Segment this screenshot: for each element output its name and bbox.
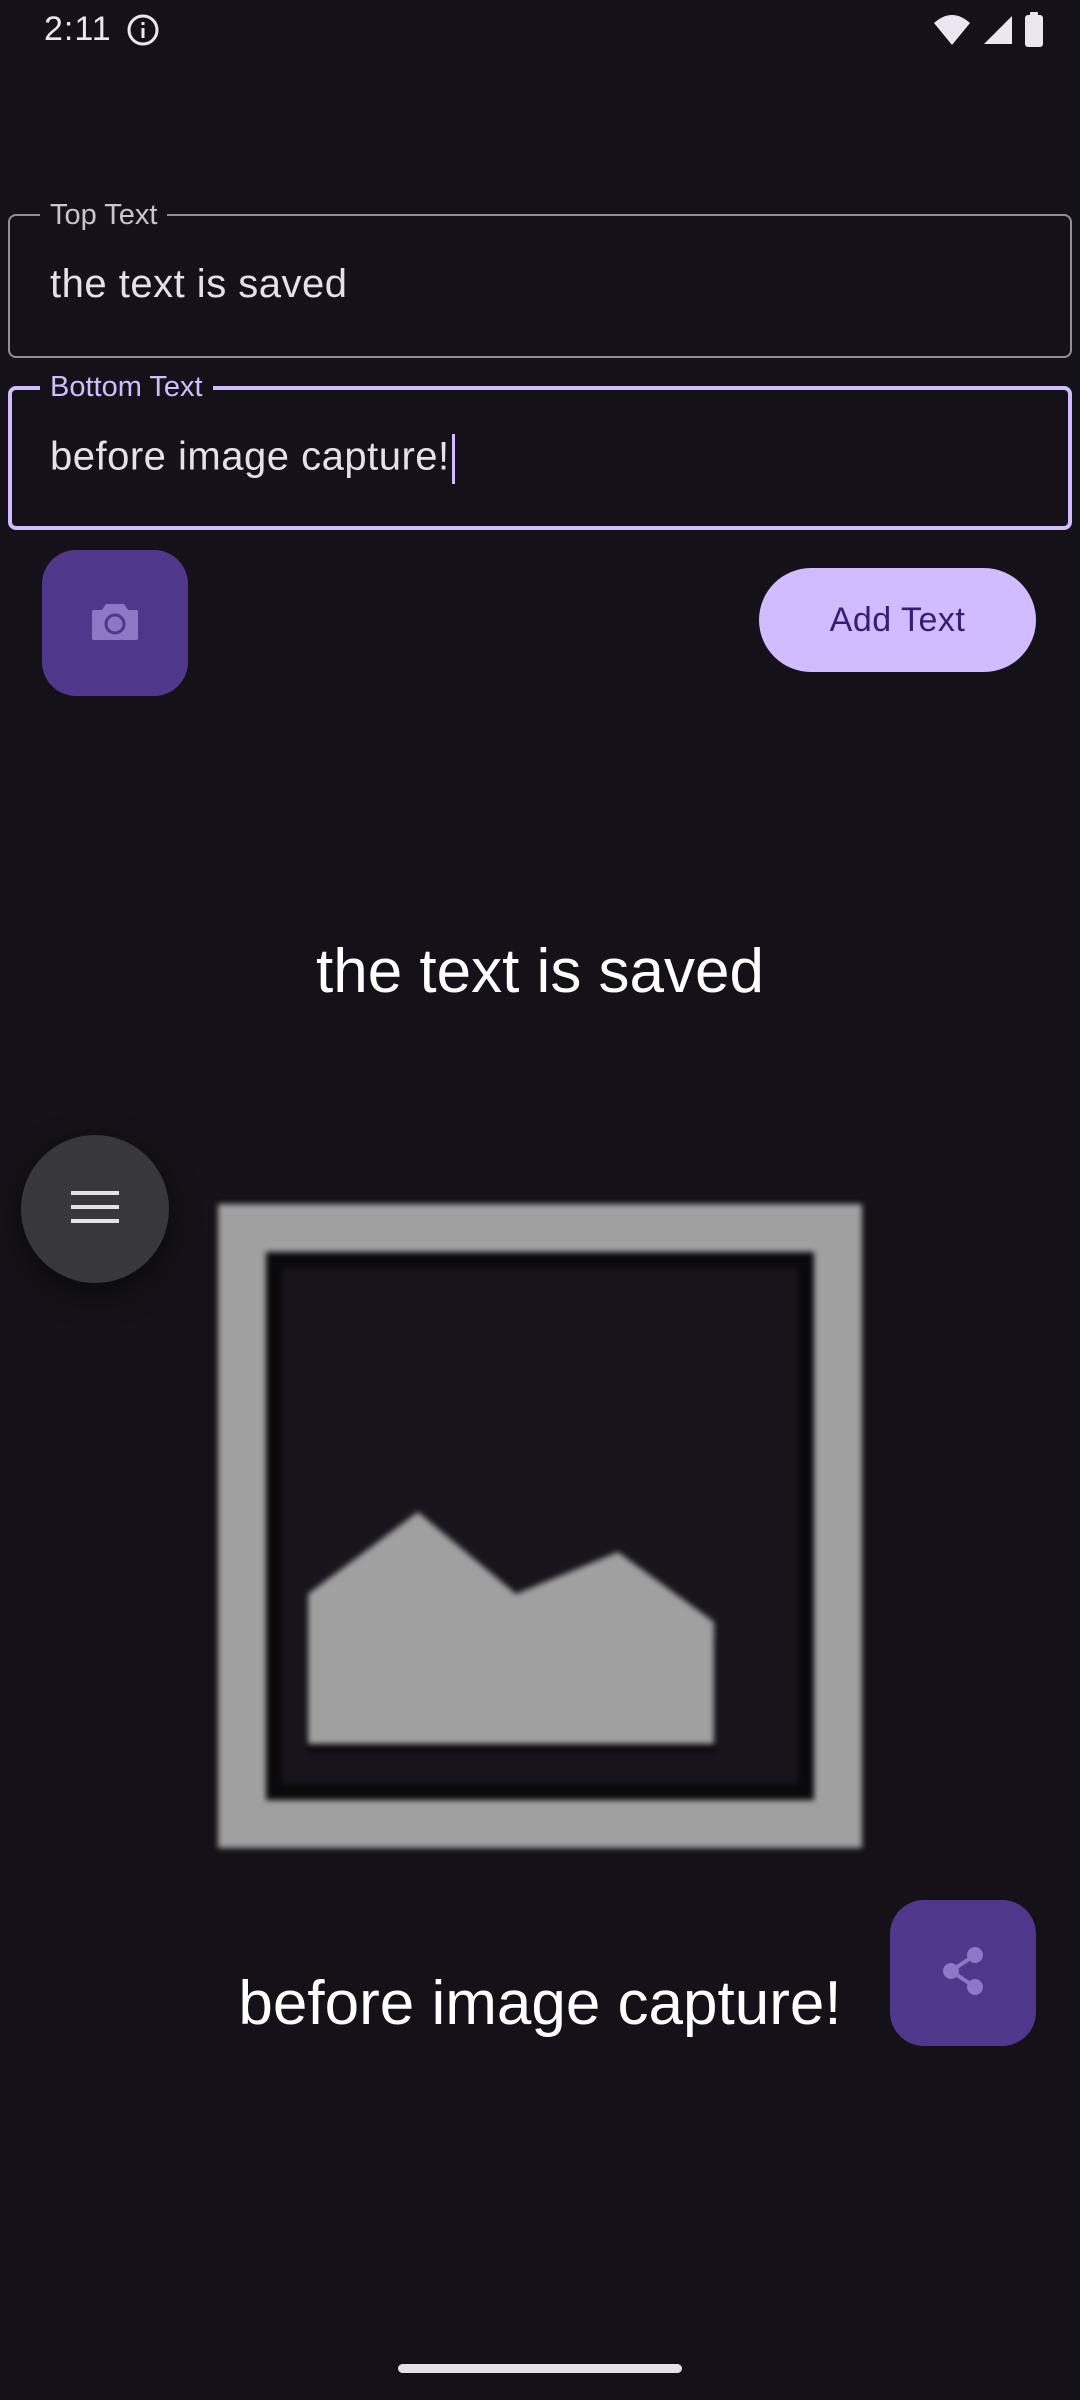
text-cursor — [451, 434, 455, 484]
meme-bottom-text: before image capture! — [238, 1969, 842, 2038]
bottom-text-label: Bottom Text — [40, 370, 213, 404]
bottom-text-field[interactable]: Bottom Text before image capture! — [8, 370, 1072, 530]
gesture-nav-bar[interactable] — [398, 2364, 682, 2373]
add-text-button[interactable]: Add Text — [759, 568, 1036, 672]
info-icon — [126, 13, 160, 47]
image-placeholder-icon — [210, 1196, 870, 1856]
signal-icon — [982, 14, 1014, 51]
status-bar: 2:11 — [0, 0, 1080, 62]
menu-button[interactable] — [21, 1135, 169, 1283]
app-screen: 2:11 Top Text the text is saved Bottom T… — [0, 0, 1080, 2400]
bottom-text-value: before image capture! — [50, 434, 450, 479]
camera-icon — [90, 600, 140, 647]
battery-icon — [1024, 12, 1044, 53]
meme-top-text: the text is saved — [315, 937, 765, 1006]
top-text-value: the text is saved — [50, 262, 348, 306]
bottom-text-value-wrap: before image capture! — [50, 434, 455, 484]
camera-button[interactable] — [42, 550, 188, 696]
top-text-label: Top Text — [40, 198, 168, 232]
status-icons — [932, 12, 1044, 53]
top-text-field[interactable]: Top Text the text is saved — [8, 198, 1072, 358]
wifi-icon — [932, 13, 972, 52]
menu-icon — [71, 1189, 119, 1230]
status-time: 2:11 — [44, 10, 112, 48]
